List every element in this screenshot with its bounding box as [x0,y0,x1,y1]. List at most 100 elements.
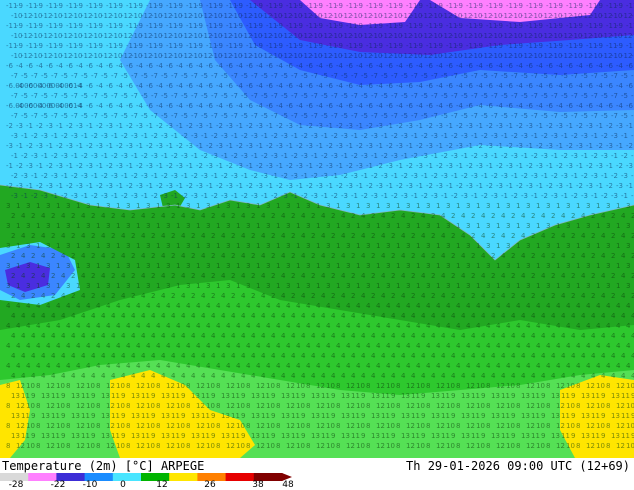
grid-value: -2 [461,172,468,180]
grid-value: -5 [221,112,228,120]
grid-value: 8 [126,402,130,410]
grid-value: 4 [551,352,556,360]
grid-value: 11 [531,432,540,440]
grid-value: 1 [256,202,260,210]
grid-value: -1 [336,162,343,170]
grid-value: -4 [156,82,164,90]
grid-value: 12 [316,382,325,390]
grid-value: 4 [501,252,506,260]
grid-value: 1 [416,202,420,210]
grid-value: 4 [571,312,576,320]
grid-value: 4 [401,332,406,340]
grid-value: 4 [326,322,331,330]
grid-value: 4 [141,312,146,320]
grid-value: 11 [561,432,570,440]
grid-value: 9 [451,392,455,400]
grid-value: -7 [211,112,218,120]
grid-value: -3 [311,132,318,140]
grid-value: 3 [386,262,390,270]
grid-value: -3 [256,122,263,130]
grid-value: 4 [221,272,226,280]
grid-value: 2 [431,272,435,280]
grid-value: 1 [576,262,580,270]
grid-value: 4 [521,272,526,280]
grid-value: -9 [136,2,143,10]
grid-value: 4 [436,362,441,370]
grid-value: -5 [461,72,468,80]
grid-value: -2 [481,132,488,140]
grid-value: -6 [146,62,154,70]
grid-value: 4 [251,352,256,360]
grid-value: 10 [26,402,35,410]
grid-value: 9 [91,432,95,440]
grid-value: 4 [376,362,381,370]
grid-value: 4 [331,312,336,320]
grid-value: -3 [501,172,508,180]
grid-value: 4 [366,342,371,350]
grid-value: 10 [626,422,634,430]
grid-value: 2 [211,232,215,240]
grid-value: -6 [26,82,34,90]
grid-value: 4 [281,212,286,220]
grid-value: 2 [151,212,155,220]
grid-value: 4 [341,332,346,340]
grid-value: -9 [236,42,243,50]
grid-value: 1 [436,222,440,230]
grid-value: 3 [426,222,430,230]
grid-value: 9 [391,432,395,440]
grid-value: -3 [611,132,618,140]
grid-value: 4 [66,362,71,370]
grid-value: 10 [56,402,65,410]
grid-value: -1 [51,132,58,140]
grid-value: -1 [201,192,208,200]
grid-value: -6 [506,62,514,70]
grid-value: -2 [221,172,228,180]
grid-value: -2 [116,142,123,150]
grid-value: -3 [161,192,168,200]
grid-value: -7 [171,112,178,120]
grid-value: 4 [496,342,501,350]
grid-value: 4 [101,252,106,260]
grid-value: 3 [6,282,10,290]
grid-value: 2 [271,272,275,280]
grid-value: 4 [441,332,446,340]
grid-value: -3 [21,172,28,180]
grid-value: 3 [46,262,50,270]
grid-value: 11 [141,392,150,400]
grid-value: 3 [406,222,410,230]
grid-value: 2 [71,272,75,280]
grid-value: -5 [541,112,548,120]
grid-value: 1 [276,202,280,210]
grid-value: 4 [121,352,126,360]
grid-value: -7 [231,92,238,100]
grid-value: 12 [226,422,235,430]
grid-value: -2 [346,162,353,170]
grid-value: 4 [196,322,201,330]
grid-value: -4 [396,62,404,70]
grid-value: -1 [266,122,273,130]
grid-value: 10 [146,382,155,390]
grid-value: -3 [331,152,338,160]
grid-value: 4 [411,312,416,320]
grid-value: 4 [261,232,266,240]
grid-value: 1 [436,262,440,270]
temperature-map[interactable]: -11 -9 -11 -9 -11 -9 -11 -9 -11 -9 -11 -9 -11 -9 -11 -9… [0,0,634,458]
grid-value: 4 [116,302,121,310]
grid-value: 11 [351,432,360,440]
grid-value: 1 [616,282,620,290]
grid-value: -3 [281,132,288,140]
grid-value: 4 [221,232,226,240]
grid-value: -5 [621,112,628,120]
grid-value: 4 [586,362,591,370]
grid-value: -4 [176,82,184,90]
grid-value: -7 [211,92,218,100]
grid-value: -3 [466,182,473,190]
grid-value: 13 [41,432,50,440]
grid-value: 4 [401,292,406,300]
grid-value: -3 [531,172,538,180]
grid-value: -9 [496,42,503,50]
grid-value: 8 [6,402,10,410]
grid-value: 1 [96,262,100,270]
grid-value: 4 [536,322,541,330]
grid-value: -1 [361,172,368,180]
